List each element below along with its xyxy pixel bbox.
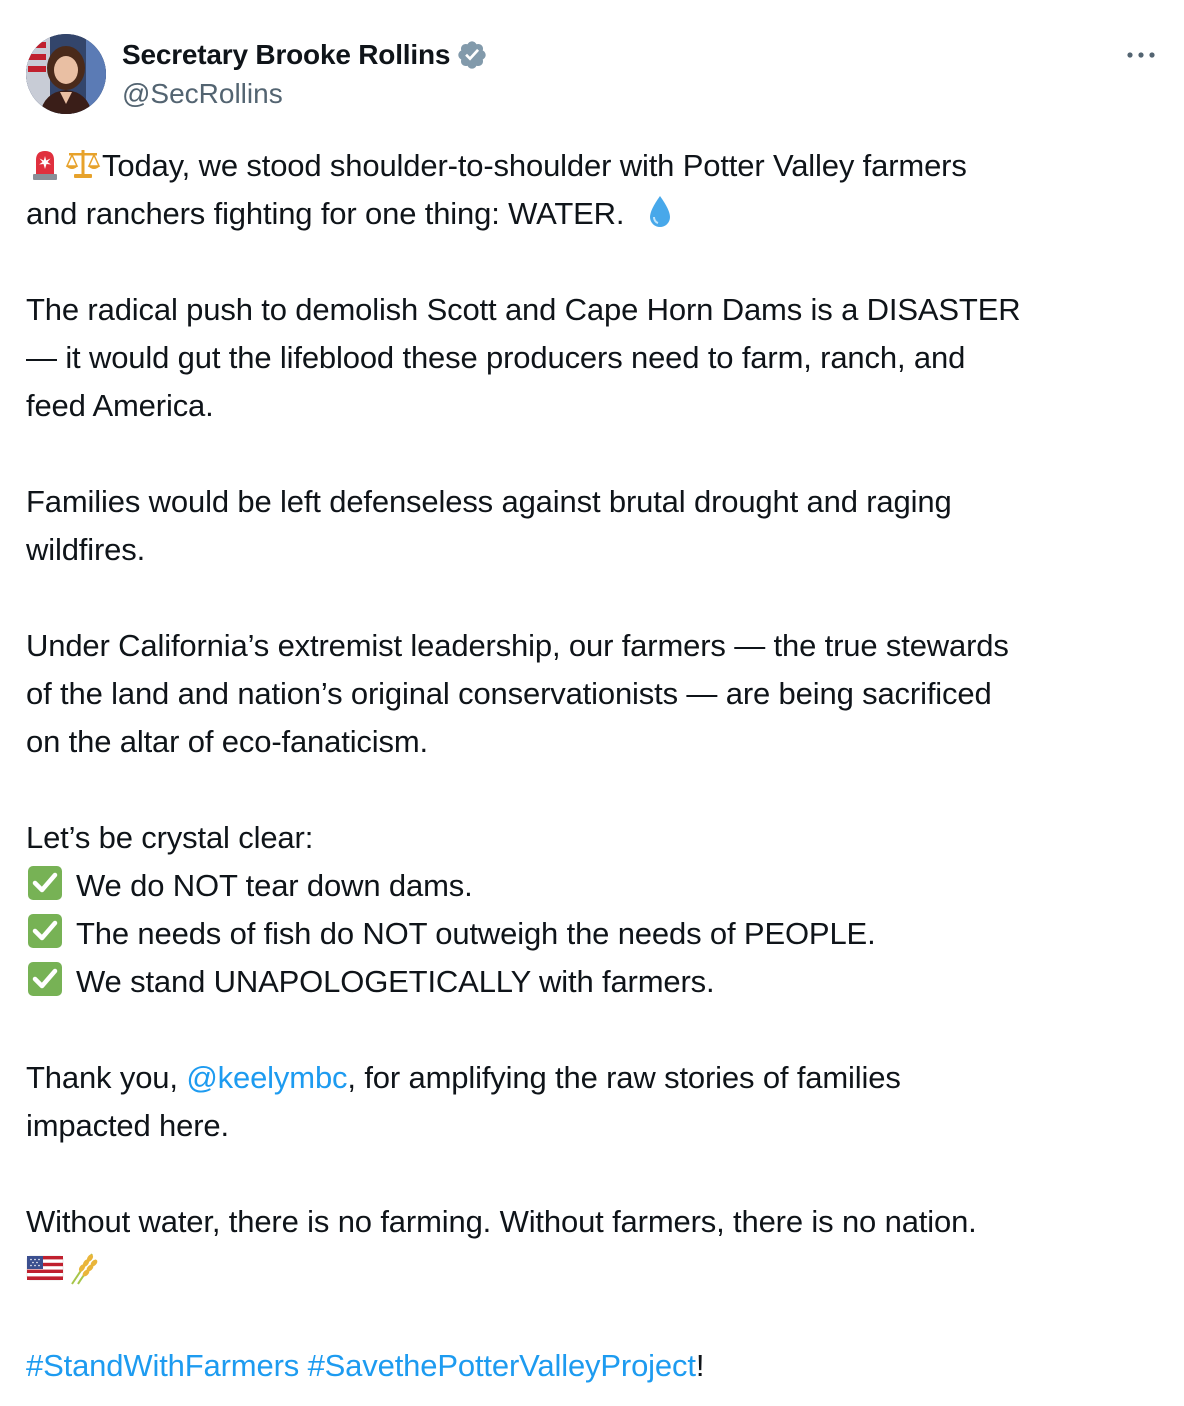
sheaf-of-rice-icon [64, 1248, 102, 1286]
text-line: and ranchers fighting for one thing: WAT… [26, 190, 1166, 238]
more-options-icon[interactable] [1124, 38, 1158, 72]
author-display-name[interactable]: Secretary Brooke Rollins [122, 39, 450, 71]
verified-badge-icon[interactable] [456, 39, 488, 71]
author-handle[interactable]: @SecRollins [122, 78, 283, 110]
hashtag-link[interactable]: #SavethePotterValleyProject [308, 1348, 696, 1383]
tweet-text: Today, we stood shoulder-to-shoulder wit… [26, 142, 1166, 1390]
text-segment: The needs of fish do NOT outweigh the ne… [76, 916, 876, 951]
text-line: wildfires. [26, 532, 146, 567]
text-segment: ! [695, 1348, 705, 1383]
text-segment: Today, we stood shoulder-to-shoulder wit… [102, 148, 967, 183]
text-line: — it would gut the lifeblood these produ… [26, 340, 966, 375]
mention-link[interactable]: @keelymbc [186, 1060, 347, 1095]
check-item: We do NOT tear down dams. [26, 862, 1166, 910]
text-line: Under California’s extremist leadership,… [26, 628, 1009, 663]
text-segment: Thank you, [26, 1060, 187, 1095]
paragraph-1: Today, we stood shoulder-to-shoulder wit… [26, 142, 1166, 238]
tweet-header: Secretary Brooke Rollins @SecRollins [26, 34, 1158, 116]
text-segment: and ranchers fighting for one thing: WAT… [26, 196, 625, 231]
check-item: The needs of fish do NOT outweigh the ne… [26, 910, 1166, 958]
text-line: #StandWithFarmers #SavethePotterValleyPr… [26, 1342, 1166, 1390]
avatar[interactable] [26, 34, 106, 114]
text-line: Thank you, @keelymbc, for amplifying the… [26, 1054, 1166, 1102]
paragraph-8: #StandWithFarmers #SavethePotterValleyPr… [26, 1342, 1166, 1390]
text-line: impacted here. [26, 1108, 229, 1143]
check-item: We stand UNAPOLOGETICALLY with farmers. [26, 958, 1166, 1006]
check-mark-icon [26, 960, 64, 998]
emoji-line [26, 1246, 1166, 1294]
paragraph-3: Families would be left defenseless again… [26, 478, 1166, 574]
balance-scale-icon [64, 144, 102, 182]
text-line: Let’s be crystal clear: [26, 820, 314, 855]
author-name-row: Secretary Brooke Rollins [122, 36, 488, 74]
droplet-icon [641, 192, 679, 230]
tweet-card: Secretary Brooke Rollins @SecRollins Tod… [0, 0, 1184, 1406]
hashtag-link[interactable]: #StandWithFarmers [26, 1348, 299, 1383]
text-segment: , for amplifying the raw stories of fami… [347, 1060, 901, 1095]
text-line: The radical push to demolish Scott and C… [26, 292, 1021, 327]
siren-icon [26, 144, 64, 182]
paragraph-5: Let’s be crystal clear: We do NOT tear d… [26, 814, 1166, 1006]
us-flag-icon [26, 1248, 64, 1286]
text-line: Families would be left defenseless again… [26, 484, 952, 519]
text-line: on the altar of eco-fanaticism. [26, 724, 428, 759]
paragraph-6: Thank you, @keelymbc, for amplifying the… [26, 1054, 1166, 1150]
text-line: feed America. [26, 388, 214, 423]
paragraph-4: Under California’s extremist leadership,… [26, 622, 1166, 766]
text-segment: We do NOT tear down dams. [76, 868, 473, 903]
check-mark-icon [26, 912, 64, 950]
text-line: of the land and nation’s original conser… [26, 676, 992, 711]
check-mark-icon [26, 864, 64, 902]
text-line: Without water, there is no farming. With… [26, 1204, 977, 1239]
text-line: Today, we stood shoulder-to-shoulder wit… [26, 142, 1166, 190]
paragraph-2: The radical push to demolish Scott and C… [26, 286, 1166, 430]
paragraph-7: Without water, there is no farming. With… [26, 1198, 1166, 1294]
text-segment: We stand UNAPOLOGETICALLY with farmers. [76, 964, 715, 999]
